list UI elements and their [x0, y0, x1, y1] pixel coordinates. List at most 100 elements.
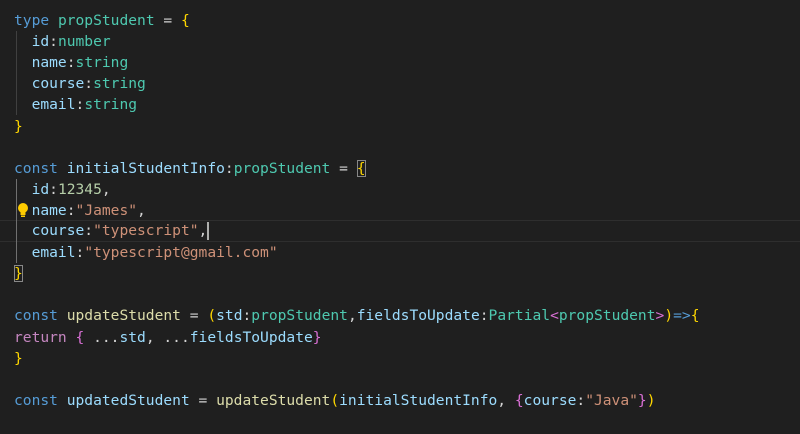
code-token: :	[242, 307, 252, 325]
code-token: "James"	[75, 201, 138, 219]
code-token: (	[207, 307, 217, 325]
code-token: ...	[84, 328, 120, 346]
code-token: :	[576, 391, 586, 409]
code-token: initialStudentInfo	[66, 159, 225, 177]
code-token: const	[14, 307, 58, 325]
code-token: =	[180, 307, 208, 325]
code-token: {	[514, 391, 524, 409]
indent-guide	[16, 179, 17, 263]
code-editor[interactable]: type propStudent = { id:number name:stri…	[0, 0, 800, 434]
code-token: const	[14, 159, 58, 177]
code-token: )	[664, 307, 674, 325]
code-line[interactable]: return { ...std, ...fieldsToUpdate}	[14, 327, 322, 348]
code-line[interactable]: id:number	[14, 31, 111, 52]
code-token: string	[75, 54, 129, 72]
code-token: {	[356, 159, 366, 177]
code-token: }	[14, 117, 23, 135]
code-token: =	[330, 159, 357, 177]
code-token: ,	[137, 201, 146, 219]
code-token: propStudent	[558, 307, 656, 325]
code-token: }	[14, 349, 23, 367]
code-token: name	[31, 54, 67, 72]
code-line[interactable]: email:string	[14, 94, 137, 115]
code-token: 12345	[57, 180, 102, 198]
code-line[interactable]: const initialStudentInfo:propStudent = {	[14, 158, 366, 179]
code-token: =	[189, 391, 217, 409]
code-token: )	[646, 391, 656, 409]
code-token: :	[479, 307, 489, 325]
code-token: ,	[198, 222, 208, 239]
code-token: propStudent	[251, 307, 348, 325]
code-token: :	[84, 75, 94, 93]
code-token: std	[216, 307, 243, 325]
code-token: }	[312, 328, 322, 346]
code-token: {	[180, 12, 190, 29]
code-token: std	[119, 328, 146, 346]
code-token: fieldsToUpdate	[356, 307, 480, 325]
code-token: propStudent	[57, 12, 155, 29]
code-token: email	[31, 96, 76, 114]
code-line[interactable]: course:string	[14, 73, 146, 94]
code-line[interactable]: id:12345,	[14, 179, 111, 200]
code-token: ,	[101, 180, 111, 198]
code-token: :	[49, 180, 58, 198]
code-token: , ...	[145, 328, 190, 346]
code-token: :	[66, 54, 76, 72]
code-token: course	[31, 75, 85, 93]
code-line[interactable]: }	[14, 348, 23, 369]
code-token: >	[655, 307, 665, 325]
code-token: course	[31, 222, 85, 239]
code-token: updatedStudent	[66, 391, 190, 409]
code-token: "Java"	[585, 391, 638, 409]
code-token: initialStudentInfo	[339, 391, 498, 409]
code-line[interactable]: type propStudent = {	[14, 10, 190, 31]
code-token: :	[49, 33, 58, 51]
code-token: updateStudent	[216, 391, 331, 409]
code-line[interactable]: email:"typescript@gmail.com"	[14, 242, 278, 263]
code-token: "typescript"	[93, 222, 199, 239]
code-token: :	[84, 222, 94, 239]
code-token: updateStudent	[66, 307, 181, 325]
lightbulb-icon[interactable]	[15, 202, 31, 220]
code-line[interactable]: const updateStudent = (std:propStudent,f…	[14, 305, 699, 326]
code-token: ,	[347, 307, 357, 325]
code-line[interactable]: name:"James",	[14, 200, 146, 221]
code-token: {	[75, 328, 85, 346]
code-token: }	[14, 265, 23, 283]
code-token: :	[66, 201, 76, 219]
code-line[interactable]: }	[14, 263, 23, 284]
code-token: id	[31, 180, 50, 198]
code-token: string	[84, 96, 138, 114]
code-token: course	[523, 391, 577, 409]
code-token: =	[154, 12, 181, 29]
code-line[interactable]: course:"typescript",	[0, 220, 800, 242]
code-token: number	[57, 33, 111, 51]
code-line[interactable]: }	[14, 116, 23, 137]
code-token: :	[224, 159, 234, 177]
code-token: <	[550, 307, 559, 325]
code-token: {	[690, 307, 700, 325]
code-token: return	[14, 328, 67, 346]
code-token: fieldsToUpdate	[189, 328, 313, 346]
code-token: (	[330, 391, 340, 409]
code-token: }	[637, 391, 647, 409]
code-token: email	[31, 244, 76, 262]
code-line[interactable]: name:string	[14, 52, 129, 73]
code-token: name	[31, 201, 67, 219]
code-token: id	[31, 33, 50, 51]
code-token: ,	[497, 391, 515, 409]
code-token: propStudent	[233, 159, 331, 177]
code-line[interactable]: const updatedStudent = updateStudent(ini…	[14, 390, 656, 411]
code-token: "typescript@gmail.com"	[84, 244, 278, 262]
code-token: :	[75, 96, 85, 114]
code-token: const	[14, 391, 58, 409]
code-token: type	[14, 12, 50, 29]
code-token: :	[75, 244, 85, 262]
indent-guide	[16, 31, 17, 115]
code-token: =>	[673, 307, 691, 325]
